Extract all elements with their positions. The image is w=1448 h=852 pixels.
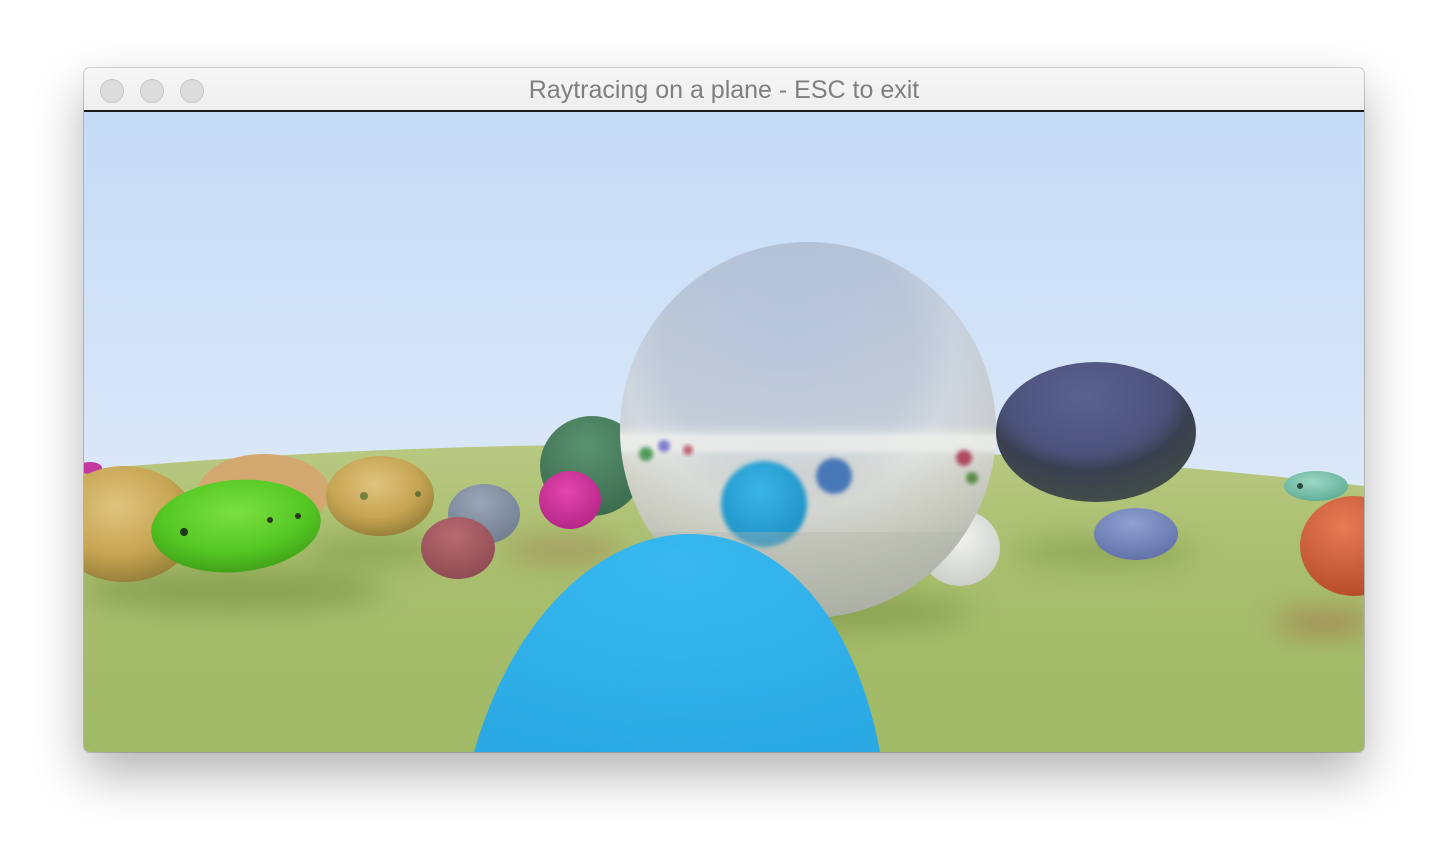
title-bar[interactable]: Raytracing on a plane - ESC to exit	[84, 68, 1364, 112]
sphere-rose	[421, 517, 495, 579]
sphere-navy-right	[996, 362, 1196, 502]
app-window: Raytracing on a plane - ESC to exit	[84, 68, 1364, 752]
render-canvas	[84, 112, 1364, 752]
sphere-magenta	[539, 471, 601, 529]
window-title: Raytracing on a plane - ESC to exit	[528, 76, 920, 104]
sphere-teal-far-right	[1284, 471, 1348, 501]
raytraced-scene	[84, 112, 1364, 752]
sphere-periwinkle	[1094, 508, 1178, 560]
